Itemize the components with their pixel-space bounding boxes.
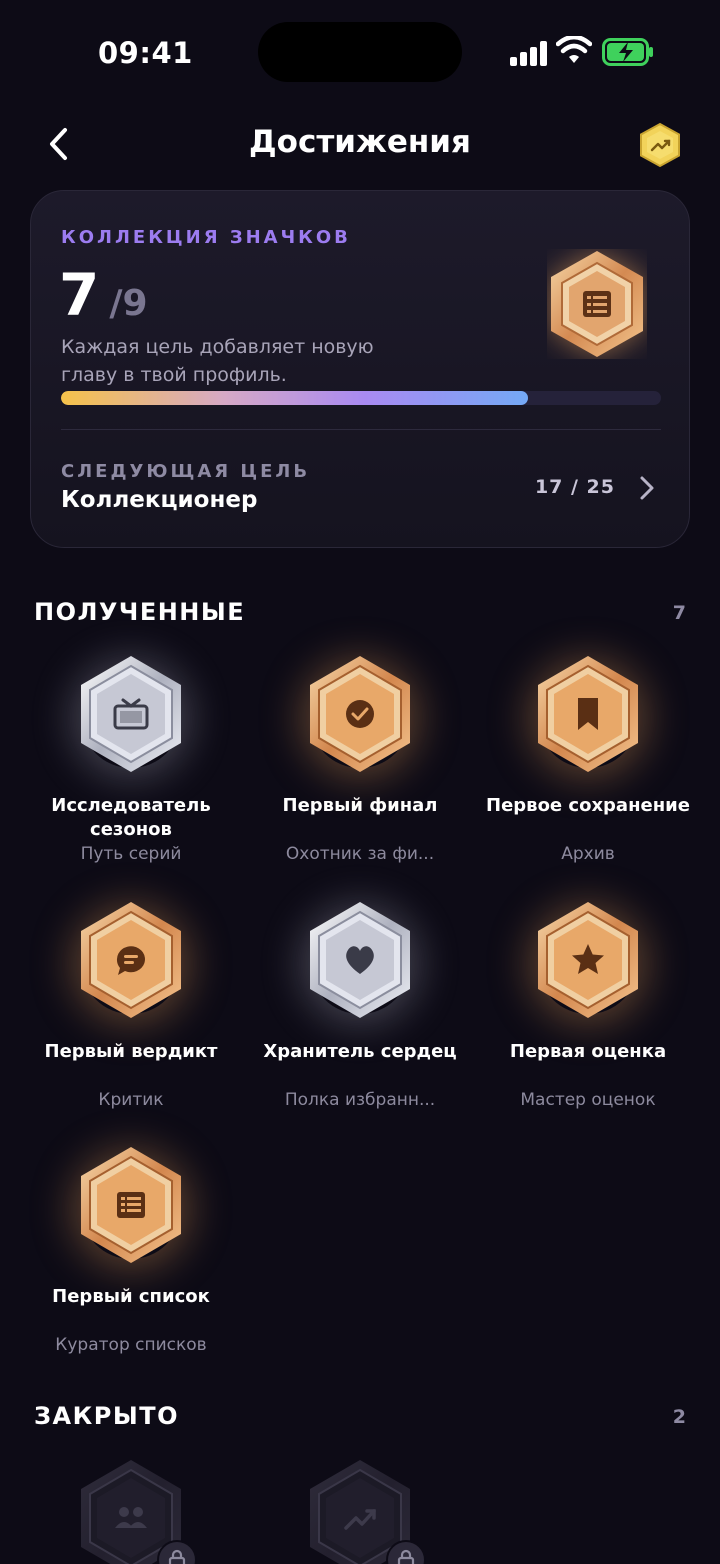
collection-description: Каждая цель добавляет новую главу в твой… <box>61 336 374 386</box>
battery-charging-icon <box>602 38 653 66</box>
badge-name: Первое сохранение <box>486 795 690 816</box>
page-title: Достижения <box>249 124 471 160</box>
collection-kicker: КОЛЛЕКЦИЯ ЗНАЧКОВ <box>61 227 351 248</box>
badge-name: Хранитель сердец <box>263 1041 457 1062</box>
badge-name: Первая оценка <box>509 1041 667 1062</box>
badge-name: Первый список <box>52 1286 210 1307</box>
wifi-icon <box>556 36 592 63</box>
badge-card[interactable]: Первый финал Охотник за фи... <box>245 654 475 864</box>
collection-progress-fill <box>61 391 528 405</box>
locked-badge-card[interactable] <box>16 1458 246 1564</box>
badge-subtitle: Полка избранн... <box>284 1090 436 1110</box>
next-goal-progress: 17 / 25 <box>534 476 615 498</box>
badge-medal <box>77 1145 185 1265</box>
badge-card[interactable]: Первая оценка Мастер оценок <box>473 900 703 1110</box>
badge-medal <box>534 654 642 774</box>
badge-name: Первый вердикт <box>44 1041 218 1062</box>
badge-subtitle: Мастер оценок <box>520 1090 656 1110</box>
badge-medal <box>306 900 414 1020</box>
dynamic-island <box>258 22 462 82</box>
count-separator: / <box>109 283 123 324</box>
badge-subtitle: Архив <box>561 844 615 864</box>
card-divider <box>61 429 661 430</box>
locked-section-count: 2 <box>672 1406 686 1428</box>
earned-section-count: 7 <box>672 602 686 624</box>
cellular-signal-icon <box>510 40 550 66</box>
next-goal-name[interactable]: Коллекционер <box>61 487 257 513</box>
badge-collection-card: КОЛЛЕКЦИЯ ЗНАЧКОВ 7/9 Каждая цель добавл… <box>30 190 690 548</box>
badge-card[interactable]: Первый вердикт Критик <box>16 900 246 1110</box>
total-count: 9 <box>122 283 148 324</box>
badge-subtitle: Охотник за фи... <box>285 844 435 864</box>
badge-card[interactable]: Хранитель сердец Полка избранн... <box>245 900 475 1110</box>
badge-medal <box>534 900 642 1020</box>
earned-section-title: ПОЛУЧЕННЫЕ <box>34 598 246 626</box>
badge-name: Исследователь сезонов <box>51 795 211 840</box>
badge-medal <box>306 1458 426 1564</box>
status-time: 09:41 <box>98 36 193 70</box>
badge-card[interactable]: Первое сохранение Архив <box>473 654 703 864</box>
collection-progress-bar <box>61 391 661 405</box>
badge-subtitle: Критик <box>98 1090 164 1110</box>
badge-name: Первый финал <box>282 795 438 816</box>
chevron-right-icon[interactable] <box>637 475 657 501</box>
collection-count: 7/9 <box>59 261 148 329</box>
badge-subtitle: Куратор списков <box>55 1335 207 1355</box>
list-icon <box>551 251 643 357</box>
badge-medal <box>306 654 414 774</box>
badge-medal <box>77 654 185 774</box>
badge-card[interactable]: Исследователь сезонов Путь серий <box>16 654 246 864</box>
locked-badge-card[interactable] <box>245 1458 475 1564</box>
lock-icon <box>386 1540 426 1564</box>
next-goal-kicker: СЛЕДУЮЩАЯ ЦЕЛЬ <box>61 461 311 482</box>
trending-badge-button[interactable] <box>638 122 682 168</box>
lock-icon <box>157 1540 197 1564</box>
badge-subtitle: Путь серий <box>80 844 182 864</box>
earned-count: 7 <box>59 261 100 329</box>
badge-medal <box>77 900 185 1020</box>
badge-card[interactable]: Первый список Куратор списков <box>16 1145 246 1355</box>
locked-section-title: ЗАКРЫТО <box>34 1402 179 1430</box>
badge-medal <box>77 1458 197 1564</box>
status-bar: 09:41 <box>0 0 720 100</box>
